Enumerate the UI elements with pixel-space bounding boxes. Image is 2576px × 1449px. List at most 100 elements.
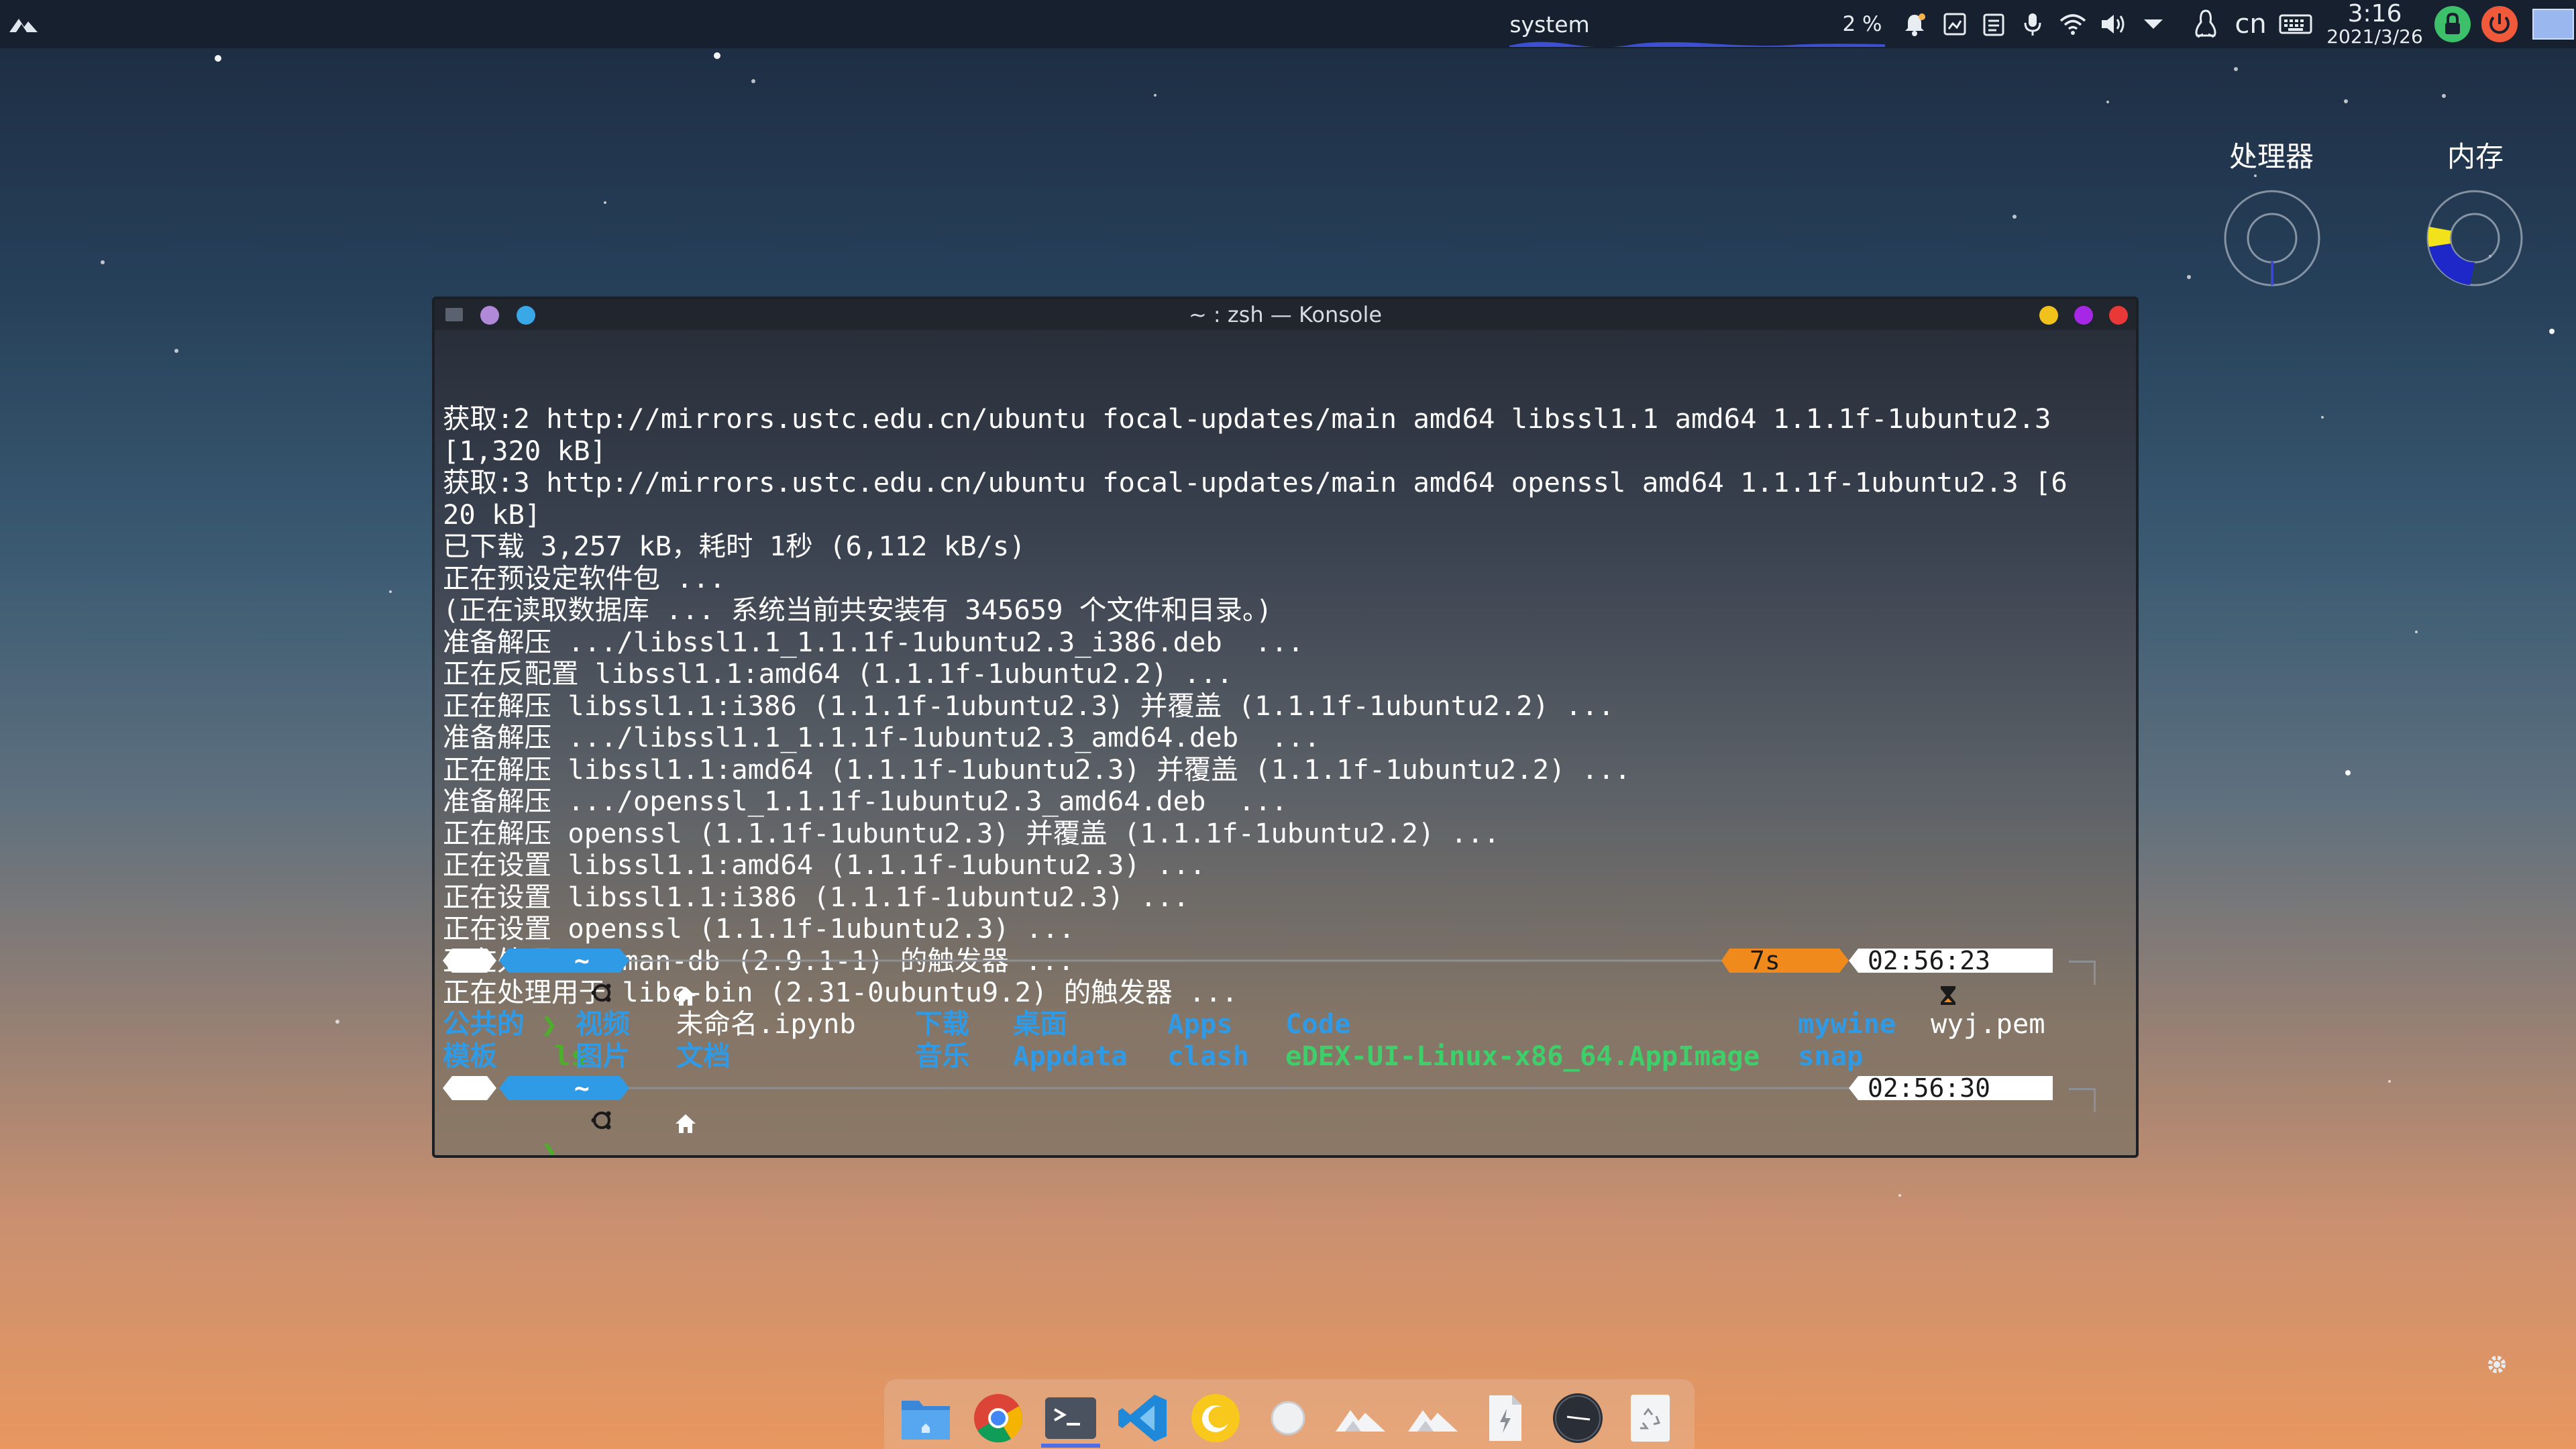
ls-entry: snap xyxy=(1798,1039,1864,1072)
ls-entry: 文档 xyxy=(676,1039,731,1072)
terminal-line: 正在设置 libssl1.1:i386 (1.1.1f-1ubuntu2.3) … xyxy=(443,880,1189,913)
terminal-line: 正在设置 openssl (1.1.1f-1ubuntu2.3) ... xyxy=(443,912,1075,945)
prompt-right-bracket xyxy=(2069,1088,2096,1112)
ls-entry: mywine xyxy=(1798,1008,1896,1040)
star xyxy=(389,590,392,593)
star xyxy=(2187,275,2191,279)
star xyxy=(2388,1080,2391,1083)
ls-entry: wyj.pem xyxy=(1931,1008,2045,1040)
star xyxy=(2549,329,2555,334)
window-title: ~ : zsh — Konsole xyxy=(1188,302,1383,327)
konsole-titlebar[interactable]: ~ : zsh — Konsole xyxy=(435,299,2136,330)
prompt-os-icon xyxy=(458,1075,611,1129)
star xyxy=(604,201,606,204)
volume-icon[interactable] xyxy=(2097,0,2129,48)
prompt-line-2: ~ 02:56:30 xyxy=(443,1072,2096,1133)
prompt-clock-icon xyxy=(2018,950,2039,971)
vscode-icon[interactable] xyxy=(1115,1390,1171,1446)
files-icon[interactable] xyxy=(898,1390,954,1446)
cpu-percent-text: 2 % xyxy=(1842,12,1882,36)
ls-entry: Code xyxy=(1285,1008,1351,1040)
ls-entry: 未命名.ipynb xyxy=(676,1008,856,1040)
terminal-line: 正在设置 libssl1.1:amd64 (1.1.1f-1ubuntu2.3)… xyxy=(443,849,1206,881)
minimize-button[interactable] xyxy=(2039,306,2058,325)
terminal-line: [1,320 kB] xyxy=(443,434,606,467)
top-panel: system 2 % cn 3:16 2021/3/26 xyxy=(0,0,2576,48)
ls-entry: 公共的 xyxy=(443,1008,525,1040)
memory-widget-gauge xyxy=(2424,188,2525,288)
maximize-button[interactable] xyxy=(2074,306,2093,325)
prompt-clock: 02:56:30 xyxy=(1868,1073,1991,1103)
mountain-alt-icon[interactable] xyxy=(1405,1390,1461,1446)
terminal-area[interactable]: 获取:2 http://mirrors.ustc.edu.cn/ubuntu f… xyxy=(443,339,2128,1155)
ls-entry: 桌面 xyxy=(1013,1008,1067,1040)
ls-entry: 下载 xyxy=(915,1008,969,1040)
active-command-line[interactable]: ❯ xyxy=(443,1104,569,1155)
terminal-line: 正在解压 openssl (1.1.1f-1ubuntu2.3) 并覆盖 (1.… xyxy=(443,816,1500,849)
clock-date: 2021/3/26 xyxy=(2326,25,2423,48)
screenshot-icon[interactable] xyxy=(1939,0,1971,48)
ls-entry: 音乐 xyxy=(915,1039,969,1072)
ls-entry: 模板 xyxy=(443,1039,497,1072)
tray-expand-chevron-icon[interactable] xyxy=(2137,0,2169,48)
ls-entry: 图片 xyxy=(576,1039,630,1072)
terminal-line: 准备解压 .../libssl1.1_1.1.1f-1ubuntu2.3_amd… xyxy=(443,721,1321,753)
desktop-pager[interactable] xyxy=(2532,0,2575,48)
terminal-icon[interactable] xyxy=(1042,1390,1099,1446)
lock-screen-button[interactable] xyxy=(2431,0,2474,48)
star xyxy=(2442,94,2446,98)
prompt-directory: ~ xyxy=(574,1073,590,1103)
input-method-label[interactable]: cn xyxy=(2231,0,2270,48)
hourglass-icon xyxy=(1807,950,1956,1005)
power-button[interactable] xyxy=(2478,0,2521,48)
star xyxy=(2234,67,2238,71)
chrome-icon[interactable] xyxy=(970,1390,1026,1446)
star xyxy=(215,55,221,62)
clock[interactable]: 3:16 2021/3/26 xyxy=(2326,0,2423,48)
terminal-line: 20 kB] xyxy=(443,498,541,531)
mountain-icon[interactable] xyxy=(1332,1390,1389,1446)
prompt-home-icon xyxy=(543,950,696,1006)
system-monitor-graph xyxy=(1509,38,1885,47)
prompt-clock: 02:56:23 xyxy=(1868,946,1991,975)
circle-icon[interactable] xyxy=(1260,1390,1316,1446)
wifi-icon[interactable] xyxy=(2057,0,2089,48)
cpu-widget-title: 处理器 xyxy=(2229,140,2314,173)
prompt-home-icon xyxy=(543,1077,696,1133)
star xyxy=(751,79,755,83)
star xyxy=(101,260,105,264)
document-icon[interactable] xyxy=(1477,1390,1534,1446)
terminal-line: 准备解压 .../openssl_1.1.1f-1ubuntu2.3_amd64… xyxy=(443,785,1288,817)
terminal-line: (正在读取数据库 ... 系统当前共安装有 345659 个文件和目录。) xyxy=(443,594,1273,626)
microphone-icon[interactable] xyxy=(2017,0,2049,48)
close-button[interactable] xyxy=(2109,306,2128,325)
star xyxy=(2321,416,2324,419)
trash-icon[interactable] xyxy=(1622,1390,1678,1446)
moon-icon[interactable] xyxy=(1187,1390,1244,1446)
app-launcher-icon[interactable] xyxy=(4,0,47,48)
desktop-settings-gear-icon[interactable] xyxy=(2485,1352,2509,1377)
prompt-right-bracket xyxy=(2069,961,2096,985)
terminal-line: 正在反配置 libssl1.1:amd64 (1.1.1f-1ubuntu2.2… xyxy=(443,657,1233,690)
ls-entry: 视频 xyxy=(576,1008,630,1040)
terminal-line: 获取:3 http://mirrors.ustc.edu.cn/ubuntu f… xyxy=(443,466,2068,498)
tux-icon[interactable] xyxy=(2188,0,2223,48)
terminal-active-indicator xyxy=(1041,1444,1100,1448)
star xyxy=(2415,631,2418,633)
clock-icon[interactable] xyxy=(1550,1390,1606,1446)
prompt-clock-icon xyxy=(2018,1077,2039,1099)
command-duration: 7s xyxy=(1750,946,1780,975)
terminal-line: 正在解压 libssl1.1:amd64 (1.1.1f-1ubuntu2.3)… xyxy=(443,753,1631,786)
cpu-widget-gauge xyxy=(2222,188,2322,288)
clipboard-icon[interactable] xyxy=(1978,0,2010,48)
ls-entry: Appdata xyxy=(1013,1039,1128,1072)
star xyxy=(1154,94,1157,97)
terminal-line: 获取:2 http://mirrors.ustc.edu.cn/ubuntu f… xyxy=(443,402,2051,435)
konsole-window[interactable]: ~ : zsh — Konsole 获取:2 http://mirrors.us… xyxy=(432,297,2139,1158)
ls-output: 公共的 视频 未命名.ipynb 下载 桌面 Apps Code mywine wyj.pem 模… xyxy=(443,1008,2053,1072)
notification-bell-icon[interactable] xyxy=(1898,0,1931,48)
star xyxy=(2106,101,2109,103)
terminal-line: 正在预设定软件包 ... xyxy=(443,561,726,594)
terminal-line: 准备解压 .../libssl1.1_1.1.1f-1ubuntu2.3_i38… xyxy=(443,625,1304,658)
keyboard-icon[interactable] xyxy=(2277,0,2314,48)
